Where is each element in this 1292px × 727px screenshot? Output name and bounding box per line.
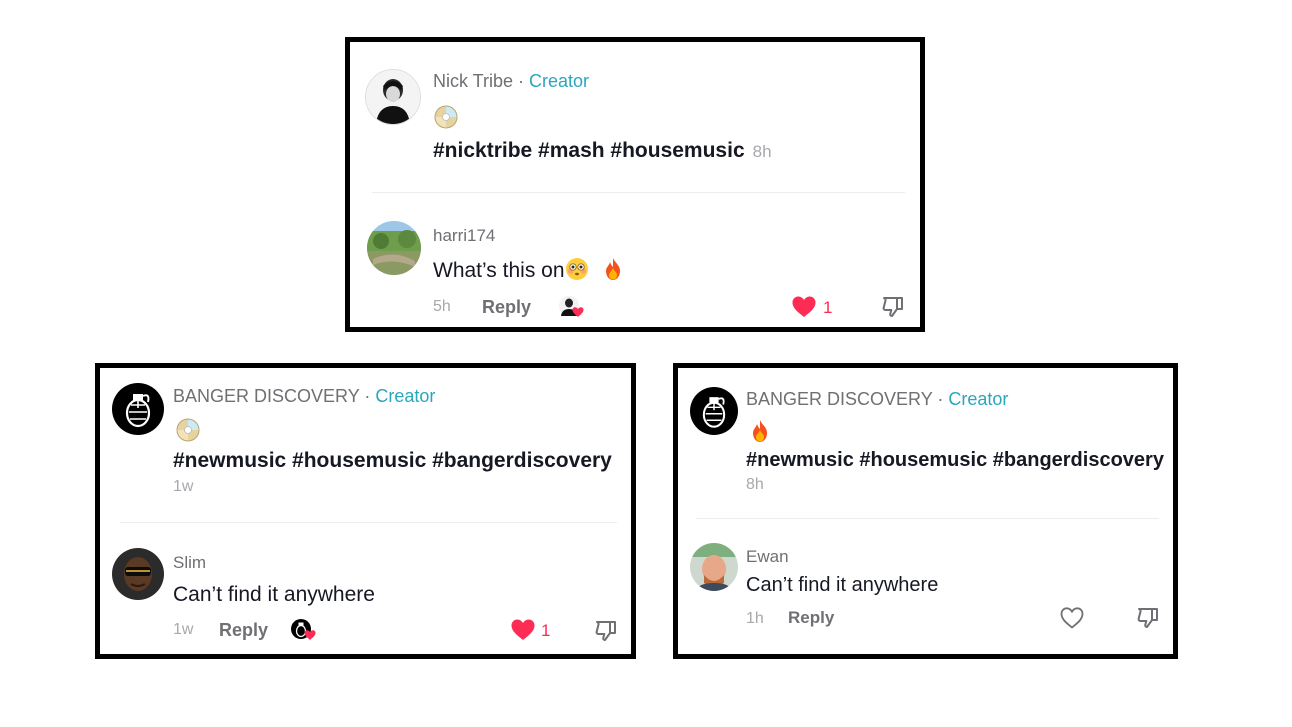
hashtags-text[interactable]: #nicktribe #mash #housemusic xyxy=(433,139,745,162)
reply-time: 5h xyxy=(433,298,451,315)
author-line: Nick Tribe · Creator xyxy=(433,71,589,92)
divider xyxy=(120,522,617,523)
reply-text: Can’t find it anywhere xyxy=(746,574,939,596)
author-name[interactable]: Nick Tribe xyxy=(433,71,513,91)
creator-liked-icon xyxy=(558,295,588,321)
separator: · xyxy=(359,386,376,406)
cd-emoji xyxy=(434,105,458,129)
fire-emoji xyxy=(748,419,772,443)
avatar[interactable] xyxy=(690,543,738,591)
reply-time: 1h xyxy=(746,610,764,627)
reply-text: What’s this on xyxy=(433,259,565,282)
post-time: 8h xyxy=(746,476,764,493)
separator: · xyxy=(932,389,949,409)
author-name[interactable]: BANGER DISCOVERY xyxy=(746,389,932,409)
dislike-icon[interactable] xyxy=(593,618,619,644)
creator-badge: Creator xyxy=(529,71,590,91)
divider xyxy=(372,192,905,193)
comment-card: Nick Tribe · Creator #nicktribe #mash #h… xyxy=(345,37,925,332)
like-heart-outline-icon[interactable] xyxy=(1059,606,1085,630)
creator-liked-icon xyxy=(290,618,320,644)
creator-badge: Creator xyxy=(948,389,1009,409)
fire-emoji xyxy=(601,257,625,281)
flushed-face-emoji xyxy=(565,257,589,281)
divider xyxy=(696,518,1159,519)
caption-hashtags[interactable]: #newmusic #housemusic #bangerdiscovery xyxy=(173,449,612,473)
reply-comment: What’s this on xyxy=(433,257,625,283)
avatar[interactable] xyxy=(112,548,164,600)
comment-card: BANGER DISCOVERY · Creator #newmusic #ho… xyxy=(673,363,1178,659)
author-name[interactable]: BANGER DISCOVERY xyxy=(173,386,359,406)
avatar[interactable] xyxy=(367,221,421,275)
author-line: BANGER DISCOVERY · Creator xyxy=(173,386,435,407)
like-heart-icon[interactable] xyxy=(510,618,536,642)
dislike-icon[interactable] xyxy=(880,294,906,320)
reply-username[interactable]: Slim xyxy=(173,553,206,573)
reply-button[interactable]: Reply xyxy=(219,620,268,641)
reply-button[interactable]: Reply xyxy=(788,608,834,628)
comment-card: BANGER DISCOVERY · Creator #newmusic #ho… xyxy=(95,363,636,659)
author-line: BANGER DISCOVERY · Creator xyxy=(746,389,1008,410)
like-heart-icon[interactable] xyxy=(791,295,817,319)
reply-button[interactable]: Reply xyxy=(482,297,531,318)
reply-username[interactable]: harri174 xyxy=(433,226,495,246)
reply-text: Can’t find it anywhere xyxy=(173,583,375,606)
cd-emoji xyxy=(176,418,200,442)
avatar[interactable] xyxy=(112,383,164,435)
caption-hashtags[interactable]: #nicktribe #mash #housemusic 8h xyxy=(433,139,772,163)
caption-hashtags[interactable]: #newmusic #housemusic #bangerdiscovery xyxy=(746,449,1164,472)
like-count: 1 xyxy=(823,298,833,317)
avatar[interactable] xyxy=(690,387,738,435)
post-time: 8h xyxy=(752,142,772,161)
separator: · xyxy=(513,71,530,91)
like-count: 1 xyxy=(541,621,551,640)
dislike-icon[interactable] xyxy=(1135,605,1161,631)
reply-time: 1w xyxy=(173,621,194,638)
avatar[interactable] xyxy=(365,69,421,125)
post-time: 1w xyxy=(173,478,194,495)
reply-username[interactable]: Ewan xyxy=(746,547,789,567)
creator-badge: Creator xyxy=(375,386,436,406)
